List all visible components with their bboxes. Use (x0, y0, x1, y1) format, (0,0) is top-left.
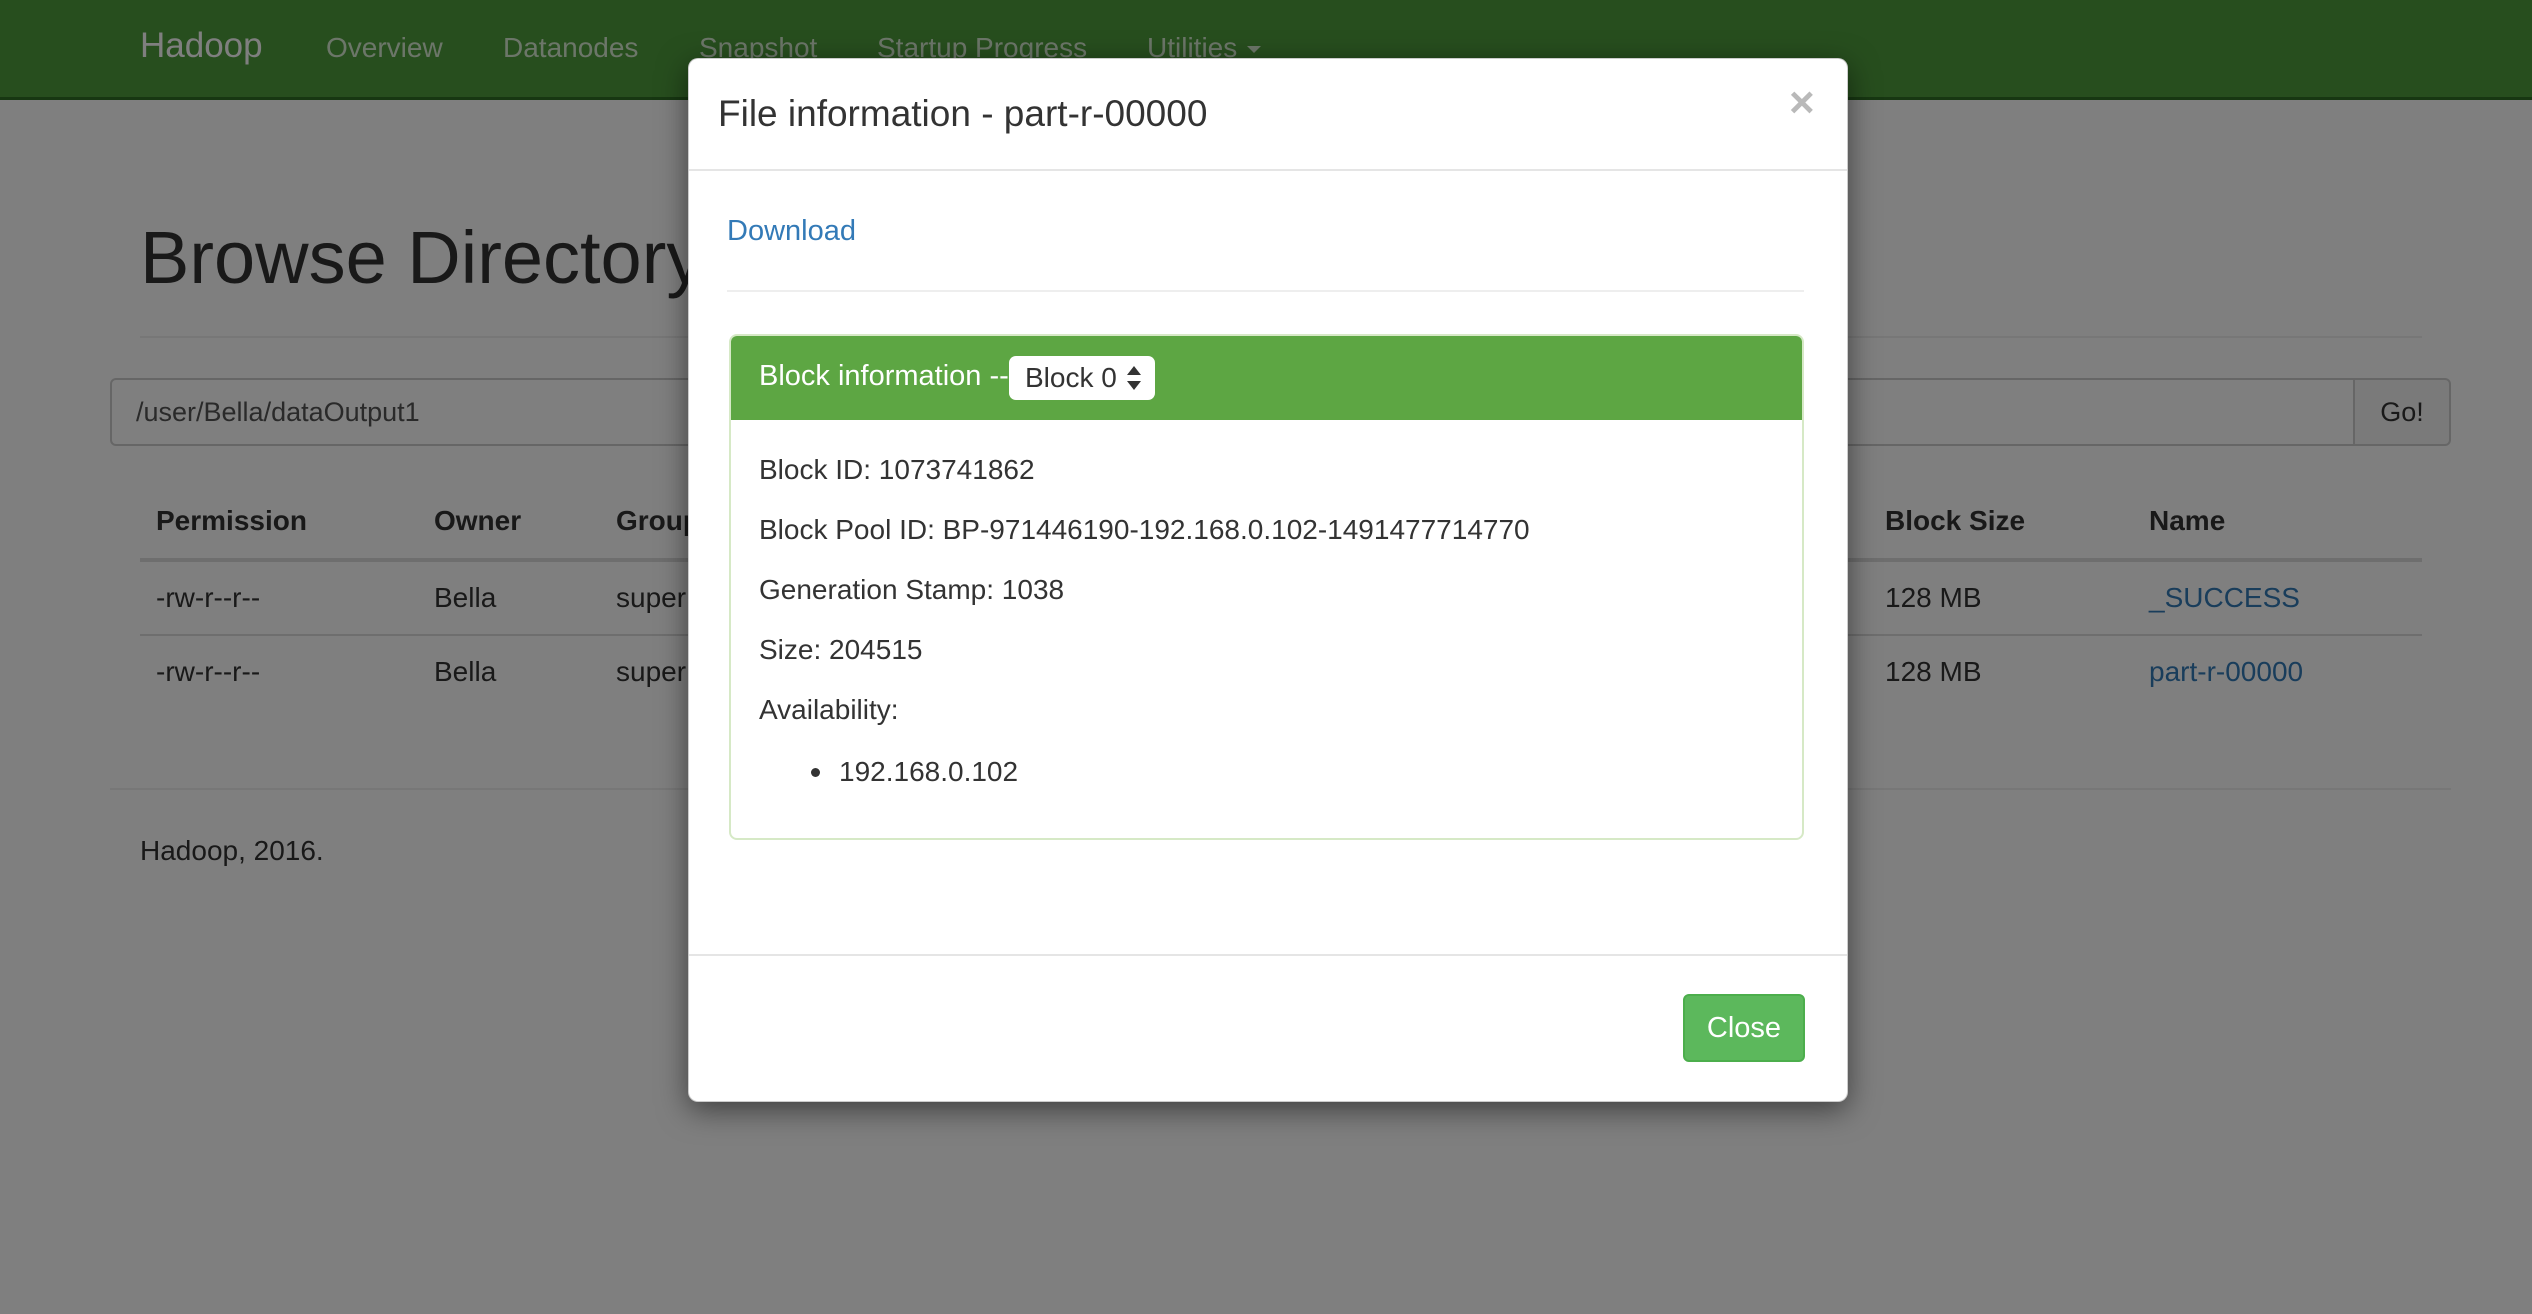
block-pool-id: Block Pool ID: BP-971446190-192.168.0.10… (759, 514, 1530, 545)
block-information-panel: Block information -- Block 0 Block ID: 1… (729, 334, 1804, 840)
availability-label: Availability: (759, 694, 899, 725)
panel-heading-label: Block information -- (759, 360, 1009, 392)
bullet-icon (811, 768, 820, 777)
panel-heading: Block information -- Block 0 (731, 336, 1802, 420)
modal-footer-divider (689, 954, 1847, 956)
close-icon[interactable]: × (1789, 81, 1815, 125)
list-item: 192.168.0.102 (839, 756, 1019, 787)
close-button[interactable]: Close (1683, 994, 1805, 1062)
block-select[interactable]: Block 0 (1009, 356, 1155, 400)
select-arrows-icon (1127, 365, 1141, 391)
modal-title: File information - part-r-00000 (718, 93, 1208, 134)
block-select-value: Block 0 (1025, 362, 1117, 393)
download-divider (727, 290, 1804, 292)
file-information-modal: File information - part-r-00000 × Downlo… (688, 58, 1848, 1102)
generation-stamp: Generation Stamp: 1038 (759, 574, 1065, 605)
block-size-value: Size: 204515 (759, 634, 923, 665)
download-link[interactable]: Download (727, 215, 856, 248)
modal-header-divider (689, 169, 1847, 171)
block-id: Block ID: 1073741862 (759, 454, 1035, 485)
